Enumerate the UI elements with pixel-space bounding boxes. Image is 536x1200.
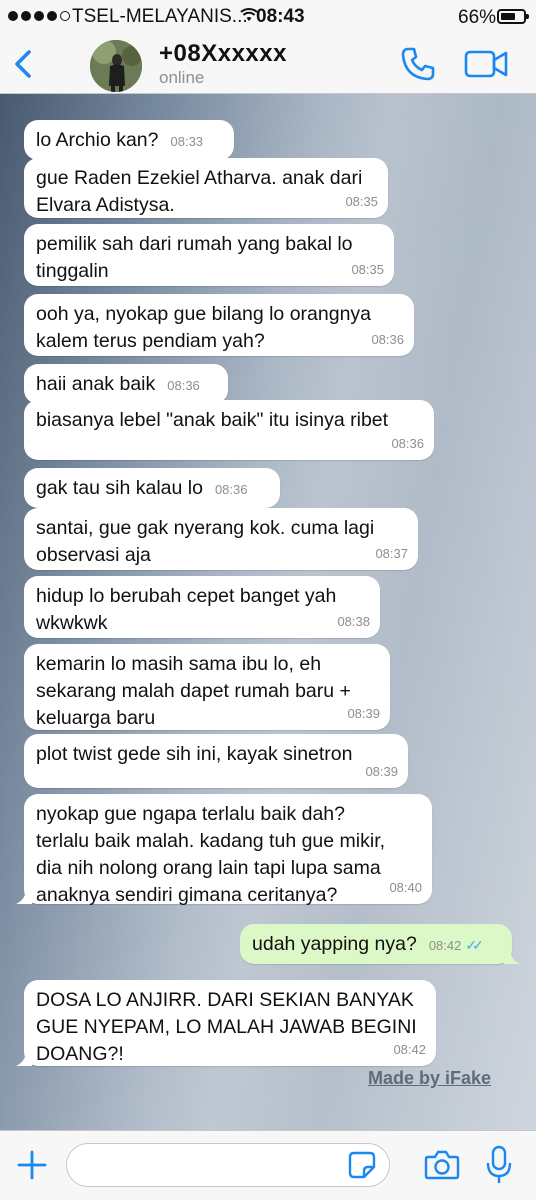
- chevron-left-icon[interactable]: [12, 50, 34, 78]
- message-bubble-incoming[interactable]: plot twist gede sih ini, kayak sinetron …: [24, 734, 408, 788]
- message-bubble-incoming[interactable]: nyokap gue ngapa terlalu baik dah? terla…: [16, 794, 432, 906]
- person-silhouette-icon: [90, 40, 142, 92]
- message-bubble-incoming[interactable]: biasanya lebel "anak baik" itu isinya ri…: [24, 400, 434, 460]
- bubble-tail: [16, 890, 32, 904]
- message-time: 08:33: [170, 134, 204, 149]
- message-text: gue Raden Ezekiel Atharva. anak dari Elv…: [36, 167, 363, 216]
- message-bubble-incoming[interactable]: kemarin lo masih sama ibu lo, eh sekaran…: [24, 644, 390, 730]
- message-time: 08:37: [375, 546, 408, 561]
- message-text: biasanya lebel "anak baik" itu isinya ri…: [36, 409, 389, 431]
- message-bubble-incoming[interactable]: hidup lo berubah cepet banget yah wkwkwk…: [24, 576, 380, 638]
- bubble-tail: [504, 950, 520, 964]
- message-bubble-incoming[interactable]: ooh ya, nyokap gue bilang lo orangnya ka…: [24, 294, 414, 356]
- message-input[interactable]: [66, 1143, 390, 1187]
- message-text: nyokap gue ngapa terlalu baik dah? terla…: [36, 803, 386, 906]
- status-bar: TSEL-MELAYANIS... 08:43 66%: [0, 0, 536, 36]
- message-text: plot twist gede sih ini, kayak sinetron: [36, 743, 353, 765]
- message-time: 08:42: [428, 938, 462, 953]
- message-text: pemilik sah dari rumah yang bakal lo tin…: [36, 233, 353, 282]
- sticker-icon[interactable]: [348, 1151, 376, 1179]
- video-camera-icon[interactable]: [464, 49, 508, 79]
- message-input-bar: [0, 1130, 536, 1200]
- battery-percentage: 66%: [458, 7, 497, 28]
- message-bubble-incoming[interactable]: haii anak baik 08:36: [24, 364, 228, 404]
- message-time: 08:36: [371, 332, 404, 347]
- message-bubble-incoming[interactable]: DOSA LO ANJIRR. DARI SEKIAN BANYAK GUE N…: [16, 980, 436, 1066]
- message-text: haii anak baik: [36, 373, 156, 395]
- microphone-icon[interactable]: [486, 1145, 512, 1185]
- carrier-name: TSEL-MELAYANIS...: [72, 6, 248, 27]
- message-time: 08:40: [389, 880, 422, 895]
- message-time: 08:35: [351, 262, 384, 277]
- message-bubble-incoming[interactable]: lo Archio kan? 08:33: [24, 120, 234, 160]
- message-text: udah yapping nya?: [252, 933, 417, 955]
- signal-strength-icon: [8, 11, 70, 21]
- battery-icon: [497, 9, 529, 24]
- message-time: 08:35: [345, 194, 378, 209]
- message-bubble-outgoing[interactable]: udah yapping nya? 08:42 ✓✓: [240, 924, 520, 964]
- chat-header: +08Xxxxxx online: [0, 36, 536, 94]
- message-time: 08:36: [167, 378, 200, 393]
- message-time: 08:36: [391, 436, 424, 451]
- chat-messages[interactable]: lo Archio kan? 08:33 gue Raden Ezekiel At…: [0, 94, 536, 1130]
- contact-name[interactable]: +08Xxxxxx: [159, 40, 287, 68]
- plus-icon[interactable]: [16, 1149, 48, 1181]
- message-text: kemarin lo masih sama ibu lo, eh sekaran…: [36, 653, 351, 729]
- watermark: Made by iFake: [368, 1068, 492, 1088]
- message-time: 08:42: [393, 1042, 426, 1057]
- camera-icon[interactable]: [424, 1149, 460, 1181]
- contact-status: online: [159, 68, 205, 87]
- message-bubble-incoming[interactable]: gue Raden Ezekiel Atharva. anak dari Elv…: [24, 158, 388, 218]
- message-text: hidup lo berubah cepet banget yah wkwkwk: [36, 585, 337, 634]
- message-bubble-incoming[interactable]: pemilik sah dari rumah yang bakal lo tin…: [24, 224, 394, 286]
- message-time: 08:36: [214, 482, 248, 497]
- message-text: ooh ya, nyokap gue bilang lo orangnya ka…: [36, 303, 372, 352]
- message-bubble-incoming[interactable]: gak tau sih kalau lo 08:36: [24, 468, 280, 508]
- double-check-icon: ✓✓: [465, 937, 484, 953]
- message-text: gak tau sih kalau lo: [36, 477, 203, 499]
- message-text: lo Archio kan?: [36, 129, 159, 151]
- phone-icon[interactable]: [400, 46, 436, 82]
- message-time: 08:39: [365, 764, 398, 779]
- clock: 08:43: [256, 6, 305, 27]
- message-text: DOSA LO ANJIRR. DARI SEKIAN BANYAK GUE N…: [36, 989, 417, 1065]
- message-time: 08:38: [337, 614, 370, 629]
- avatar[interactable]: [90, 40, 142, 92]
- message-bubble-incoming[interactable]: santai, gue gak nyerang kok. cuma lagi o…: [24, 508, 418, 570]
- message-time: 08:39: [347, 706, 380, 721]
- message-text: santai, gue gak nyerang kok. cuma lagi o…: [36, 517, 375, 566]
- bubble-tail: [16, 1052, 32, 1066]
